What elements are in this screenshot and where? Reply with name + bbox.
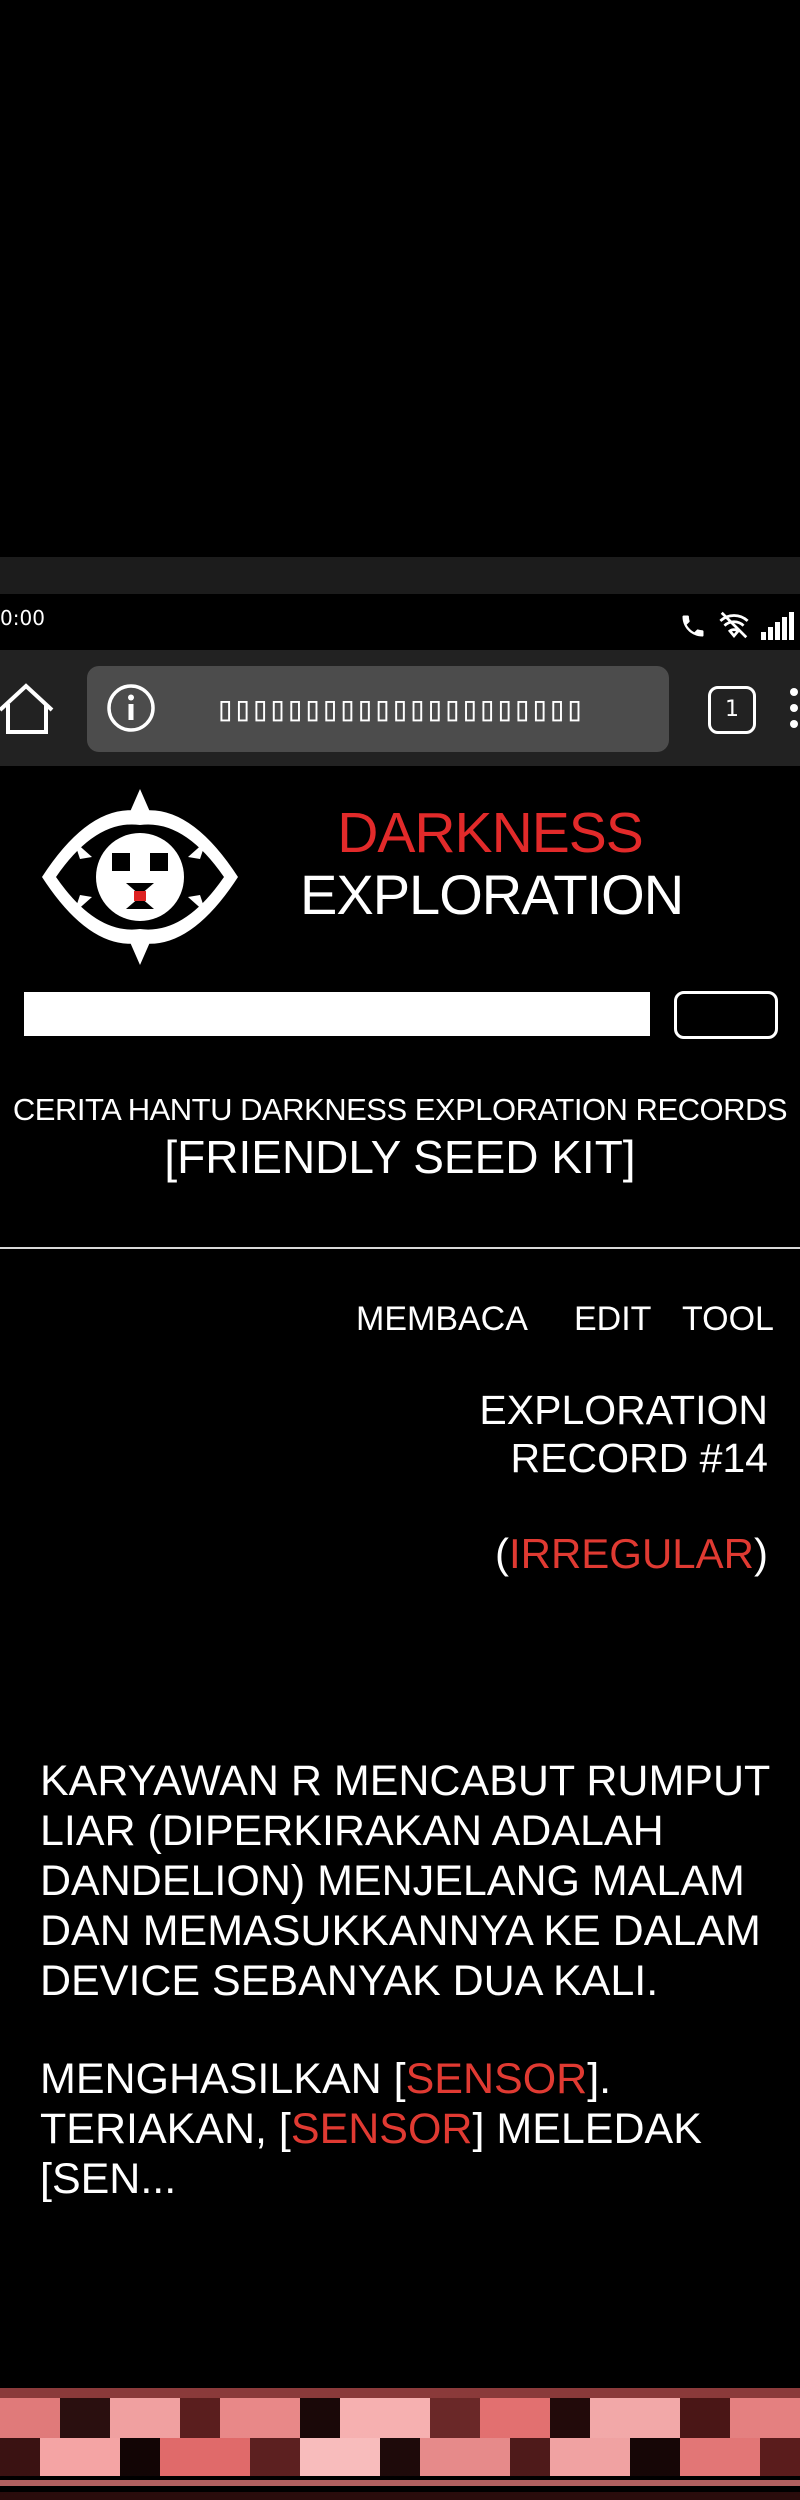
site-title-line2: EXPLORATION [300, 863, 684, 926]
record-body: KARYAWAN R MENCABUT RUMPUT LIAR (DIPERKI… [40, 1756, 780, 2252]
status-icons [679, 606, 794, 640]
site-subtitle-kit: [FRIENDLY SEED KIT] [164, 1131, 636, 1183]
record-title: EXPLORATION RECORD #14 [479, 1386, 768, 1482]
nav-read-link[interactable]: MEMBACA [356, 1300, 528, 1339]
tabs-count-button[interactable]: 1 [708, 686, 756, 734]
menu-icon[interactable] [790, 688, 800, 736]
home-icon [0, 683, 54, 734]
divider [0, 1247, 800, 1249]
top-dark-band [0, 557, 800, 594]
url-text[interactable]: ▯▯▯▯▯▯▯▯▯▯▯▯▯▯▯▯▯▯▯▯▯ [215, 684, 615, 734]
censored-word: SENSOR [290, 2105, 473, 2153]
home-button[interactable] [0, 676, 56, 742]
record-class-label: IRREGULAR [508, 1530, 754, 1577]
site-subtitle: CERITA HANTU DARKNESS EXPLORATION RECORD… [12, 1092, 788, 1127]
status-clock: 0:00 [0, 606, 45, 630]
record-class-close: ) [754, 1530, 768, 1577]
search-button[interactable] [674, 991, 778, 1039]
nav-edit-link[interactable]: EDIT [574, 1300, 651, 1339]
phone-icon [682, 615, 704, 637]
body-text-fragment: MENGHASILKAN [ [40, 2055, 406, 2103]
body-paragraph-2: MENGHASILKAN [SENSOR]. TERIAKAN, [SENSOR… [40, 2054, 780, 2204]
signal-icon [761, 612, 794, 640]
body-paragraph-1: KARYAWAN R MENCABUT RUMPUT LIAR (DIPERKI… [40, 1757, 770, 2005]
nav-tool-link[interactable]: TOOL [682, 1300, 774, 1339]
record-class-open: ( [494, 1530, 509, 1577]
censored-word: SENSOR [405, 2055, 588, 2103]
record-title-line1: EXPLORATION [479, 1387, 768, 1433]
record-title-line2: RECORD #14 [510, 1435, 768, 1481]
site-title-line1: DARKNESS [337, 801, 644, 865]
record-class: (IRREGULAR) [495, 1530, 768, 1578]
search-input[interactable] [24, 992, 650, 1036]
wifi-off-icon [719, 611, 749, 639]
info-icon[interactable] [106, 683, 156, 733]
eye-creature-icon [40, 787, 240, 967]
glitch-censor-band [0, 2380, 800, 2500]
